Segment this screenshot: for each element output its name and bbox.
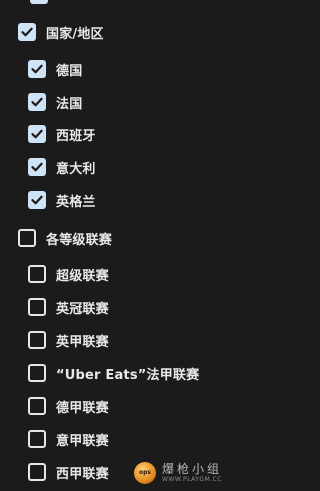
filter-item-label: 西班牙 (56, 128, 96, 144)
filter-item-label: 英甲联赛 (56, 334, 109, 350)
checkbox-league-group[interactable] (18, 229, 36, 247)
checkbox-country-group[interactable] (18, 23, 36, 41)
watermark-logo-icon: ops (134, 461, 156, 484)
filter-item-label: 德甲联赛 (56, 400, 109, 416)
checkbox-league-one[interactable] (28, 331, 46, 349)
watermark-text: 爆枪小组 (162, 461, 223, 476)
filter-league-bundesliga[interactable]: 德甲联赛 (28, 389, 109, 423)
filter-item-label: 意大利 (56, 161, 96, 177)
check-icon (31, 162, 43, 172)
filter-league-group-label: 各等级联赛 (46, 232, 113, 248)
check-icon (31, 195, 43, 205)
checkbox-ligue-1[interactable] (28, 364, 46, 382)
checkbox-germany[interactable] (28, 60, 46, 78)
checkbox-la-liga[interactable] (28, 463, 46, 481)
checkbox-italy[interactable] (28, 158, 46, 176)
filter-item-label: 意甲联赛 (56, 433, 109, 449)
filter-league-group[interactable]: 各等级联赛 (18, 221, 112, 255)
filter-item-label: 德国 (56, 63, 83, 79)
filter-item-label: 法国 (56, 96, 83, 112)
filter-league-championship[interactable]: 英冠联赛 (28, 290, 109, 324)
filter-country-england[interactable]: 英格兰 (28, 183, 96, 217)
check-icon (21, 27, 33, 37)
checkbox-bundesliga[interactable] (28, 397, 46, 415)
watermark-text-block: 爆枪小组 WWW.PLAYGM.CC (162, 463, 222, 483)
check-icon (31, 97, 43, 107)
filter-country-italy[interactable]: 意大利 (28, 150, 96, 184)
checkbox-england[interactable] (28, 191, 46, 209)
filter-item-label: 西甲联赛 (56, 466, 109, 482)
filter-item-label: “Uber Eats”法甲联赛 (56, 367, 200, 383)
watermark: ops 爆枪小组 WWW.PLAYGM.CC (134, 454, 261, 491)
checkbox-spain[interactable] (28, 125, 46, 143)
check-icon (31, 64, 43, 74)
filter-league-la-liga[interactable]: 西甲联赛 (28, 455, 109, 489)
filter-country-group-label: 国家/地区 (46, 26, 104, 42)
filter-country-group[interactable]: 国家/地区 (18, 15, 104, 49)
checkbox-france[interactable] (28, 93, 46, 111)
filter-league-ligue-1[interactable]: “Uber Eats”法甲联赛 (28, 356, 199, 390)
watermark-logo-text: ops (139, 469, 151, 476)
partial-checkbox[interactable] (30, 0, 48, 4)
watermark-url: WWW.PLAYGM.CC (162, 475, 223, 483)
checkbox-super-league[interactable] (28, 265, 46, 283)
filter-league-super-league[interactable]: 超级联赛 (28, 257, 109, 291)
filter-country-spain[interactable]: 西班牙 (28, 117, 96, 151)
checkbox-championship[interactable] (28, 298, 46, 316)
filter-item-label: 超级联赛 (56, 268, 109, 284)
checkbox-serie-a[interactable] (28, 430, 46, 448)
filter-country-france[interactable]: 法国 (28, 85, 82, 119)
filter-league-league-one[interactable]: 英甲联赛 (28, 323, 109, 357)
check-icon (31, 129, 43, 139)
filter-league-serie-a[interactable]: 意甲联赛 (28, 422, 109, 456)
filter-item-label: 英格兰 (56, 194, 96, 210)
filter-country-germany[interactable]: 德国 (28, 52, 82, 86)
filter-item-label: 英冠联赛 (56, 301, 109, 317)
